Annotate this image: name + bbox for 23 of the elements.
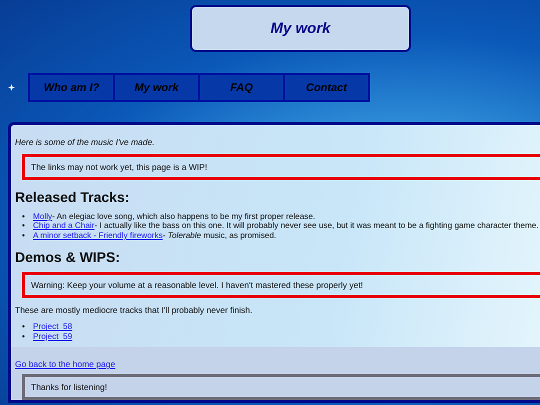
page-title: My work [190, 5, 411, 52]
section-heading: Demos & WIPS: [15, 249, 122, 266]
warning-box: Warning: Keep your volume at a reasonable level. I haven't mastered these properly yet! [22, 272, 540, 298]
bullet: • [22, 221, 26, 231]
demos-text: These are mostly mediocre tracks that I'll probably never finish. [15, 305, 254, 316]
track-description: - An elegiac love song, which also happens to be my first proper release. [52, 212, 316, 222]
sparkle-icon [8, 84, 15, 91]
home-link[interactable]: Go back to the home page [15, 359, 116, 370]
bullet: • [22, 230, 26, 240]
track-description: - Tolerable music, as promised. [162, 230, 276, 240]
bullet: • [22, 332, 26, 342]
intro-text: Here is some of the music I've made. [15, 137, 156, 147]
project-link[interactable]: Project_59 [33, 332, 72, 342]
track-description: - I actually like the bass on this one. It will probably never see use, but it was meant to be a fighting game character theme. [94, 221, 539, 231]
section-heading: Released Tracks: [15, 189, 130, 205]
bullet: • [22, 212, 26, 222]
thanks-box: Thanks for listening! [22, 374, 540, 400]
notice-box: The links may not work yet, this page is a WIP! [22, 154, 540, 180]
bullet: • [22, 322, 26, 332]
track-link[interactable]: A minor setback - Friendly fireworks [33, 230, 163, 240]
track-link[interactable]: Molly [33, 212, 52, 222]
project-link[interactable]: Project_58 [33, 322, 72, 332]
track-link[interactable]: Chip and a Chair [33, 221, 94, 231]
